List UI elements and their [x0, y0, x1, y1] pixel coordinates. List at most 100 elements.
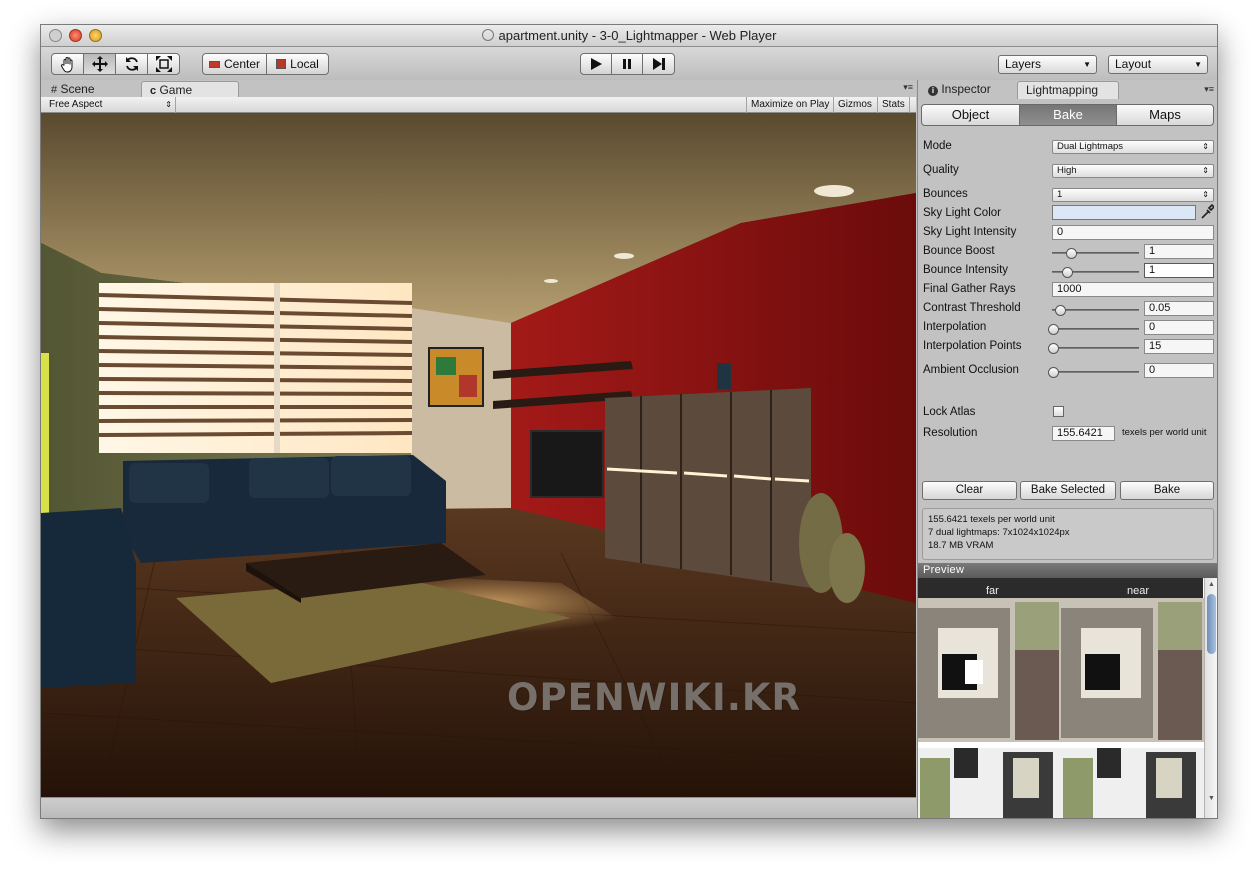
tab-maps[interactable]: Maps — [1116, 104, 1214, 126]
stats-toggle[interactable]: Stats — [877, 97, 910, 113]
resolution-field[interactable]: 155.6421 — [1052, 426, 1115, 441]
resolution-label: Resolution — [923, 427, 978, 439]
clear-label: Clear — [955, 484, 984, 496]
final-gather-field[interactable]: 1000 — [1052, 282, 1214, 297]
preview-column-labels: far near — [918, 578, 1203, 598]
hand-tool-button[interactable] — [51, 53, 84, 75]
window-title: apartment.unity - 3-0_Lightmapper - Web … — [498, 28, 777, 43]
scroll-up-arrow[interactable]: ▲ — [1208, 581, 1215, 588]
scroll-down-arrow[interactable]: ▼ — [1208, 795, 1215, 802]
gizmos-toggle[interactable]: Gizmos — [833, 97, 876, 113]
maximize-on-play-toggle[interactable]: Maximize on Play — [746, 97, 833, 113]
layout-label: Layout — [1115, 57, 1152, 71]
tab-scene[interactable]: # Scene — [43, 81, 139, 98]
lightmapping-panel: i Inspector Lightmapping ▾≡ Object Bake … — [917, 80, 1217, 818]
bounce-intensity-slider[interactable] — [1052, 267, 1139, 278]
game-view-toolbar: Free Aspect ⇕ Maximize on Play Gizmos St… — [41, 97, 916, 113]
tab-game[interactable]: c Game — [141, 81, 239, 98]
play-icon — [591, 58, 602, 70]
aspect-label: Free Aspect — [49, 99, 103, 110]
panel-menu-icon[interactable]: ▾≡ — [903, 82, 913, 93]
object-label: Object — [951, 107, 990, 122]
preview-scrollbar[interactable]: ▲ ▼ — [1204, 578, 1217, 818]
step-icon — [652, 58, 665, 70]
bounce-boost-slider[interactable] — [1052, 248, 1139, 259]
slider-thumb[interactable] — [1055, 305, 1066, 316]
quality-label: Quality — [923, 164, 959, 176]
bounces-dropdown[interactable]: 1 ⇕ — [1052, 188, 1214, 202]
rotate-tool-icon — [125, 57, 138, 71]
bounce-intensity-field[interactable]: 1 — [1144, 263, 1214, 278]
chevron-down-icon: ▼ — [1194, 60, 1202, 69]
interp-points-field[interactable]: 15 — [1144, 339, 1214, 354]
far-label: far — [986, 585, 999, 597]
scale-tool-icon — [155, 56, 172, 72]
step-button[interactable] — [642, 53, 675, 75]
aspect-dropdown[interactable]: Free Aspect ⇕ — [45, 97, 176, 113]
bounce-boost-label: Bounce Boost — [923, 245, 995, 257]
sky-intensity-label: Sky Light Intensity — [923, 226, 1017, 238]
move-tool-icon — [91, 56, 108, 72]
pivot-center-button[interactable]: Center — [202, 53, 267, 75]
tab-object[interactable]: Object — [921, 104, 1020, 126]
contrast-label: Contrast Threshold — [923, 302, 1021, 314]
quality-value: High — [1057, 165, 1077, 176]
bounces-value: 1 — [1057, 189, 1063, 200]
play-button[interactable] — [580, 53, 612, 75]
sky-color-swatch[interactable] — [1052, 205, 1196, 220]
mode-label: Mode — [923, 140, 952, 152]
move-tool-button[interactable] — [83, 53, 116, 75]
sky-intensity-field[interactable]: 0 — [1052, 225, 1214, 240]
watermark: OPENWIKI.KR — [507, 676, 802, 719]
slider-thumb[interactable] — [1048, 343, 1059, 354]
pivot-center-icon — [208, 60, 220, 68]
bounce-boost-field[interactable]: 1 — [1144, 244, 1214, 259]
contrast-slider[interactable] — [1052, 305, 1139, 316]
eyedropper-icon[interactable] — [1200, 204, 1214, 220]
scrollbar-thumb[interactable] — [1207, 594, 1216, 654]
lock-atlas-checkbox[interactable] — [1053, 406, 1064, 417]
pivot-local-button[interactable]: Local — [266, 53, 329, 75]
panel-menu-icon[interactable]: ▾≡ — [1204, 84, 1214, 95]
game-viewport[interactable]: OPENWIKI.KR — [41, 113, 916, 797]
ao-slider[interactable] — [1048, 367, 1139, 378]
interpolation-slider[interactable] — [1048, 324, 1139, 335]
rotate-tool-button[interactable] — [115, 53, 148, 75]
info-line-3: 18.7 MB VRAM — [928, 540, 994, 551]
ao-label: Ambient Occlusion — [923, 364, 1019, 376]
slider-thumb[interactable] — [1048, 367, 1059, 378]
tab-lightmapping[interactable]: Lightmapping — [1017, 81, 1119, 99]
interpolation-field[interactable]: 0 — [1144, 320, 1214, 335]
maximize-label: Maximize on Play — [751, 99, 830, 110]
interp-points-slider[interactable] — [1048, 343, 1139, 354]
contrast-field[interactable]: 0.05 — [1144, 301, 1214, 316]
tab-bake[interactable]: Bake — [1019, 104, 1117, 126]
ao-field[interactable]: 0 — [1144, 363, 1214, 378]
bake-button[interactable]: Bake — [1120, 481, 1214, 500]
slider-thumb[interactable] — [1048, 324, 1059, 335]
updown-icon: ⇕ — [165, 100, 172, 109]
local-cube-icon — [276, 59, 287, 69]
layout-dropdown[interactable]: Layout ▼ — [1108, 55, 1208, 74]
scale-tool-button[interactable] — [147, 53, 180, 75]
bake-selected-button[interactable]: Bake Selected — [1020, 481, 1116, 500]
pivot-local-label: Local — [290, 57, 319, 71]
view-tabs: # Scene c Game ▾≡ — [41, 80, 916, 98]
tab-inspector[interactable]: i Inspector — [920, 81, 1014, 98]
title-bar: apartment.unity - 3-0_Lightmapper - Web … — [41, 25, 1217, 47]
lightmap-thumbnails — [918, 598, 1204, 818]
mode-dropdown[interactable]: Dual Lightmaps ⇕ — [1052, 140, 1214, 154]
quality-dropdown[interactable]: High ⇕ — [1052, 164, 1214, 178]
lightmap-preview[interactable]: far near ▲ ▼ — [918, 578, 1217, 818]
slider-thumb[interactable] — [1066, 248, 1077, 259]
clear-button[interactable]: Clear — [922, 481, 1017, 500]
pause-button[interactable] — [611, 53, 643, 75]
updown-icon: ⇕ — [1202, 142, 1209, 151]
bounces-label: Bounces — [923, 188, 968, 200]
status-bar — [41, 797, 916, 818]
layers-dropdown[interactable]: Layers ▼ — [998, 55, 1097, 74]
slider-thumb[interactable] — [1062, 267, 1073, 278]
info-line-2: 7 dual lightmaps: 7x1024x1024px — [928, 527, 1070, 538]
preview-header[interactable]: Preview — [918, 563, 1217, 578]
tab-scene-label: Scene — [60, 82, 95, 96]
